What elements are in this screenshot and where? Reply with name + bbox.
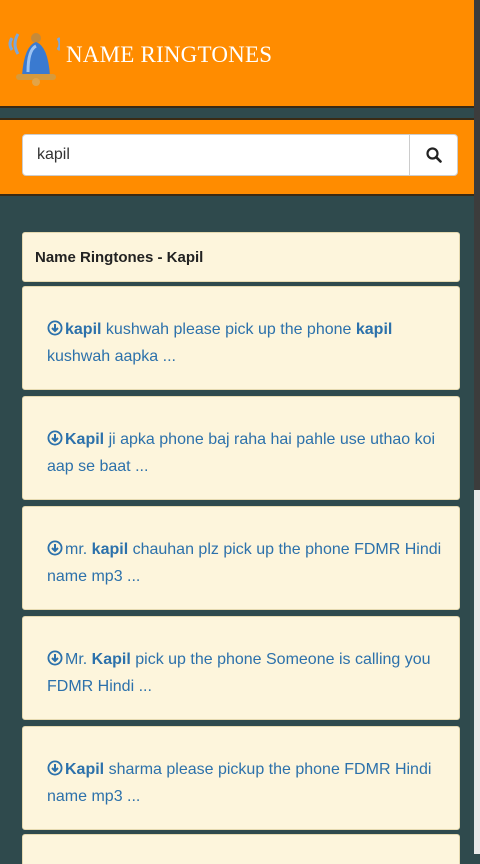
result-keyword: Kapil <box>91 651 131 668</box>
search-icon <box>425 147 442 163</box>
result-link[interactable]: mr. kapil chauhan plz pick up the phone … <box>47 536 445 590</box>
result-prefix: Mr. <box>65 651 92 668</box>
download-icon <box>47 760 63 776</box>
download-icon <box>47 650 63 666</box>
result-keyword: kapil <box>91 541 129 558</box>
result-prefix: mr. <box>65 541 92 558</box>
result-keyword: kapil <box>355 321 393 338</box>
result-keyword: kapil <box>65 321 102 338</box>
result-text-end: kushwah aapka ... <box>47 348 176 365</box>
result-card[interactable]: kapil kushwah please pick up the phone k… <box>22 286 460 390</box>
scrollbar-thumb[interactable] <box>474 0 480 490</box>
result-card-partial[interactable] <box>22 834 460 864</box>
result-text: ji apka phone baj raha hai pahle use uth… <box>47 431 436 475</box>
app-header: NAME RINGTONES <box>0 0 476 108</box>
result-link[interactable]: kapil kushwah please pick up the phone k… <box>47 316 445 370</box>
result-link[interactable]: Kapil ji apka phone baj raha hai pahle u… <box>47 426 445 480</box>
scrollbar[interactable] <box>474 0 480 854</box>
result-card[interactable]: mr. kapil chauhan plz pick up the phone … <box>22 506 460 610</box>
app-title: NAME RINGTONES <box>66 42 273 67</box>
search-button[interactable] <box>409 135 457 175</box>
search-form <box>22 134 458 176</box>
download-icon <box>47 320 63 336</box>
result-text: kushwah please pick up the phone <box>101 321 356 338</box>
result-card[interactable]: Kapil sharma please pickup the phone FDM… <box>22 726 460 830</box>
result-keyword: Kapil <box>65 761 105 778</box>
result-card[interactable]: Kapil ji apka phone baj raha hai pahle u… <box>22 396 460 500</box>
search-bar-area <box>0 118 476 196</box>
download-icon <box>47 540 63 556</box>
result-text: sharma please pickup the phone FDMR Hind… <box>47 761 432 805</box>
bell-icon[interactable] <box>6 28 60 86</box>
result-card[interactable]: Mr. Kapil pick up the phone Someone is c… <box>22 616 460 720</box>
result-keyword: Kapil <box>65 431 105 448</box>
results-heading: Name Ringtones - Kapil <box>22 232 460 282</box>
result-link[interactable]: Kapil sharma please pickup the phone FDM… <box>47 756 445 810</box>
search-input[interactable] <box>23 135 409 175</box>
result-link[interactable]: Mr. Kapil pick up the phone Someone is c… <box>47 646 445 700</box>
download-icon <box>47 430 63 446</box>
